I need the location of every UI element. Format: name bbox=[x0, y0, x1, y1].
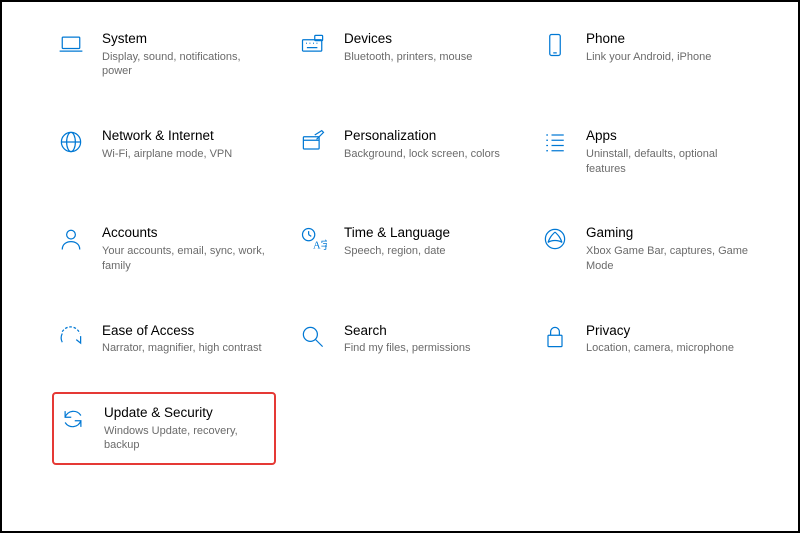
settings-grid: System Display, sound, notifications, po… bbox=[52, 26, 760, 465]
tile-text: Ease of Access Narrator, magnifier, high… bbox=[102, 322, 272, 356]
tile-accounts[interactable]: Accounts Your accounts, email, sync, wor… bbox=[52, 220, 276, 277]
person-icon bbox=[56, 224, 86, 254]
phone-icon bbox=[540, 30, 570, 60]
tile-desc: Display, sound, notifications, power bbox=[102, 50, 272, 80]
tile-title: Gaming bbox=[586, 224, 756, 242]
ease-of-access-icon bbox=[56, 322, 86, 352]
tile-desc: Xbox Game Bar, captures, Game Mode bbox=[586, 244, 756, 274]
tile-text: Accounts Your accounts, email, sync, wor… bbox=[102, 224, 272, 273]
tile-text: Privacy Location, camera, microphone bbox=[586, 322, 756, 356]
tile-search[interactable]: Search Find my files, permissions bbox=[294, 318, 518, 360]
tile-title: System bbox=[102, 30, 272, 48]
tile-desc: Uninstall, defaults, optional features bbox=[586, 147, 756, 177]
tile-desc: Speech, region, date bbox=[344, 244, 514, 259]
tile-text: Apps Uninstall, defaults, optional featu… bbox=[586, 127, 756, 176]
tile-title: Apps bbox=[586, 127, 756, 145]
tile-desc: Location, camera, microphone bbox=[586, 341, 756, 356]
globe-icon bbox=[56, 127, 86, 157]
tile-network[interactable]: Network & Internet Wi-Fi, airplane mode,… bbox=[52, 123, 276, 180]
gaming-icon bbox=[540, 224, 570, 254]
tile-text: Gaming Xbox Game Bar, captures, Game Mod… bbox=[586, 224, 756, 273]
tile-phone[interactable]: Phone Link your Android, iPhone bbox=[536, 26, 760, 83]
tile-text: Time & Language Speech, region, date bbox=[344, 224, 514, 258]
tile-ease-of-access[interactable]: Ease of Access Narrator, magnifier, high… bbox=[52, 318, 276, 360]
tile-title: Accounts bbox=[102, 224, 272, 242]
apps-list-icon bbox=[540, 127, 570, 157]
tile-system[interactable]: System Display, sound, notifications, po… bbox=[52, 26, 276, 83]
tile-privacy[interactable]: Privacy Location, camera, microphone bbox=[536, 318, 760, 360]
tile-desc: Find my files, permissions bbox=[344, 341, 514, 356]
svg-text:A字: A字 bbox=[313, 239, 327, 252]
tile-title: Search bbox=[344, 322, 514, 340]
tile-desc: Link your Android, iPhone bbox=[586, 50, 756, 65]
laptop-icon bbox=[56, 30, 86, 60]
tile-title: Network & Internet bbox=[102, 127, 272, 145]
tile-desc: Windows Update, recovery, backup bbox=[104, 424, 270, 454]
tile-title: Personalization bbox=[344, 127, 514, 145]
tile-text: Phone Link your Android, iPhone bbox=[586, 30, 756, 64]
tile-title: Phone bbox=[586, 30, 756, 48]
tile-desc: Wi-Fi, airplane mode, VPN bbox=[102, 147, 272, 162]
tile-title: Devices bbox=[344, 30, 514, 48]
tile-title: Update & Security bbox=[104, 404, 270, 422]
time-language-icon: A字 bbox=[298, 224, 328, 254]
tile-text: Devices Bluetooth, printers, mouse bbox=[344, 30, 514, 64]
tile-desc: Your accounts, email, sync, work, family bbox=[102, 244, 272, 274]
tile-title: Ease of Access bbox=[102, 322, 272, 340]
tile-devices[interactable]: Devices Bluetooth, printers, mouse bbox=[294, 26, 518, 83]
tile-desc: Bluetooth, printers, mouse bbox=[344, 50, 514, 65]
tile-desc: Narrator, magnifier, high contrast bbox=[102, 341, 272, 356]
tile-time-language[interactable]: A字 Time & Language Speech, region, date bbox=[294, 220, 518, 277]
tile-gaming[interactable]: Gaming Xbox Game Bar, captures, Game Mod… bbox=[536, 220, 760, 277]
update-icon bbox=[58, 404, 88, 434]
tile-title: Time & Language bbox=[344, 224, 514, 242]
keyboard-icon bbox=[298, 30, 328, 60]
tile-text: Network & Internet Wi-Fi, airplane mode,… bbox=[102, 127, 272, 161]
tile-text: System Display, sound, notifications, po… bbox=[102, 30, 272, 79]
tile-text: Personalization Background, lock screen,… bbox=[344, 127, 514, 161]
paint-icon bbox=[298, 127, 328, 157]
tile-apps[interactable]: Apps Uninstall, defaults, optional featu… bbox=[536, 123, 760, 180]
tile-text: Update & Security Windows Update, recove… bbox=[104, 404, 270, 453]
tile-text: Search Find my files, permissions bbox=[344, 322, 514, 356]
tile-desc: Background, lock screen, colors bbox=[344, 147, 514, 162]
lock-icon bbox=[540, 322, 570, 352]
tile-update-security[interactable]: Update & Security Windows Update, recove… bbox=[52, 392, 276, 465]
tile-personalization[interactable]: Personalization Background, lock screen,… bbox=[294, 123, 518, 180]
search-icon bbox=[298, 322, 328, 352]
tile-title: Privacy bbox=[586, 322, 756, 340]
